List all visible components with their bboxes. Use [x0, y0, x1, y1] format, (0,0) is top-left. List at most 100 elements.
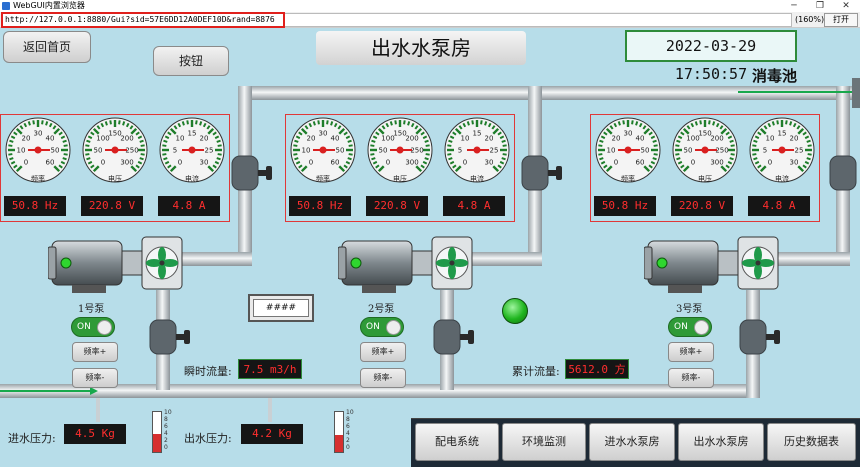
pump-3-frequency-readout: 50.8 Hz [594, 196, 656, 216]
pump-1-freq-up-button[interactable]: 频率+ [72, 342, 118, 362]
gauge-caption: 频率 [31, 175, 45, 183]
datetime-display: 2022-03-29 17:50:57 [625, 30, 797, 83]
gauge-scale-label: 25 [795, 147, 804, 155]
nav-environment-monitoring[interactable]: 环境监测 [502, 423, 586, 461]
gauge-scale-label: 5 [173, 147, 177, 155]
status-lamp [502, 298, 528, 324]
gauge-tick [729, 139, 734, 143]
gauge-tick [317, 120, 320, 125]
pump-2-freq-down-button[interactable]: 频率- [360, 368, 406, 388]
gauge-scale-label: 60 [331, 159, 340, 167]
gauge-scale-label: 60 [636, 159, 645, 167]
gauge-tick [370, 144, 375, 147]
gauge-tick [807, 144, 812, 147]
gauge-tick [729, 157, 734, 161]
bottom-navigation: 配电系统 环境监测 进水水泵房 出水水泵房 历史数据表 [411, 418, 860, 467]
gauge-scale-label: 20 [485, 134, 494, 142]
gauge-tick [447, 144, 452, 147]
outlet-pressure-scale: 10 8 6 4 2 0 [346, 410, 354, 452]
gauge-tick [199, 121, 203, 126]
numeric-placeholder-box: #### [248, 294, 314, 322]
pump-3-freq-down-button[interactable]: 频率- [668, 368, 714, 388]
gauge-tick [653, 144, 658, 147]
gauge-tick [63, 144, 68, 147]
gauge-scale-label: 0 [463, 159, 467, 167]
nav-power-distribution[interactable]: 配电系统 [415, 423, 499, 461]
pump-3-label: 3号泵 [676, 304, 703, 315]
gauge-tick [217, 144, 222, 147]
gauge-scale-label: 50 [641, 147, 650, 155]
pump-1-freq-down-button[interactable]: 频率- [72, 368, 118, 388]
gauge-scale-label: 50 [336, 147, 345, 155]
gauge-tick [502, 144, 507, 147]
back-home-button[interactable]: 返回首页 [3, 31, 91, 63]
action-button[interactable]: 按钮 [153, 46, 229, 76]
gauge-tick [326, 120, 329, 125]
gauge-scale-label: 0 [178, 159, 182, 167]
gauge-scale-label: 30 [624, 130, 633, 138]
zoom-level: (160%) [795, 15, 825, 24]
gauge-tick [694, 121, 698, 126]
restore-icon[interactable]: ❐ [808, 0, 832, 12]
tank-label: 消毒池 [752, 67, 798, 85]
gauge-scale-label: 30 [34, 130, 43, 138]
gauge-scale-label: 20 [22, 134, 31, 142]
gauge-tick [294, 157, 299, 161]
pump-2-label: 2号泵 [368, 304, 395, 315]
gauge-tick [32, 120, 35, 125]
toggle-knob [97, 320, 112, 335]
close-icon[interactable]: ✕ [834, 0, 858, 12]
pump-3-run-toggle[interactable]: ON [668, 317, 712, 337]
gauge-tick [139, 157, 144, 161]
open-button[interactable]: 打开 [824, 13, 858, 27]
gauge-tick [217, 153, 222, 156]
gauge-tick [598, 153, 603, 156]
gauge-scale-label: 200 [120, 134, 133, 142]
gauge-scale-label: 5 [763, 147, 767, 155]
gauge-tick [599, 139, 604, 143]
pump-2-current-readout: 4.8 A [443, 196, 505, 216]
pump-2-run-toggle[interactable]: ON [360, 317, 404, 337]
gauge-scale-label: 300 [405, 159, 418, 167]
gauge-tick [85, 153, 90, 156]
gauge-caption: 电压 [108, 175, 122, 183]
inlet-pressure-label: 进水压力: [8, 432, 56, 445]
gauge-tick [330, 121, 334, 126]
window-title: WebGUI内置浏览器 [13, 1, 85, 10]
nav-history-data[interactable]: 历史数据表 [767, 423, 856, 461]
gauge-tick [776, 120, 779, 125]
minimize-icon[interactable]: ─ [782, 0, 806, 12]
gauge-tick [676, 157, 681, 161]
toggle-on-label: ON [366, 322, 380, 332]
nav-outlet-pump-room[interactable]: 出水水泵房 [678, 423, 764, 461]
pump-3-freq-up-button[interactable]: 频率+ [668, 342, 714, 362]
gauge-tick [86, 139, 91, 143]
gauge-scale-label: 250 [715, 147, 728, 155]
gauge-caption: 电压 [698, 175, 712, 183]
gauge-tick [186, 120, 189, 125]
gauge-tick [163, 157, 168, 161]
gauge-tick [806, 157, 811, 161]
gauge-tick [62, 157, 67, 161]
pump-1-graphic [48, 236, 183, 293]
gauge-tick [140, 144, 145, 147]
total-flow-label: 累计流量: [512, 365, 560, 378]
inlet-pressure-value: 4.5 Kg [64, 424, 126, 444]
gauge-scale-label: 10 [302, 147, 311, 155]
gauge-tick [347, 157, 352, 161]
gauge-scale-label: 0 [309, 159, 313, 167]
pump-2-freq-up-button[interactable]: 频率+ [360, 342, 406, 362]
gauge-tick [425, 144, 430, 147]
pump-1-run-toggle[interactable]: ON [71, 317, 115, 337]
gauge-scale-label: 20 [612, 134, 621, 142]
gauge-tick [9, 157, 14, 161]
nav-inlet-pump-room[interactable]: 进水水泵房 [589, 423, 675, 461]
gauge-tick [484, 121, 488, 126]
pump-1-label: 1号泵 [78, 304, 105, 315]
gauge-tick [181, 121, 185, 126]
inlet-pressure-gauge [152, 411, 162, 453]
gauge-tick [312, 121, 316, 126]
gauge-tick [730, 144, 735, 147]
gauge-tick [162, 144, 167, 147]
gauge-tick [195, 120, 198, 125]
